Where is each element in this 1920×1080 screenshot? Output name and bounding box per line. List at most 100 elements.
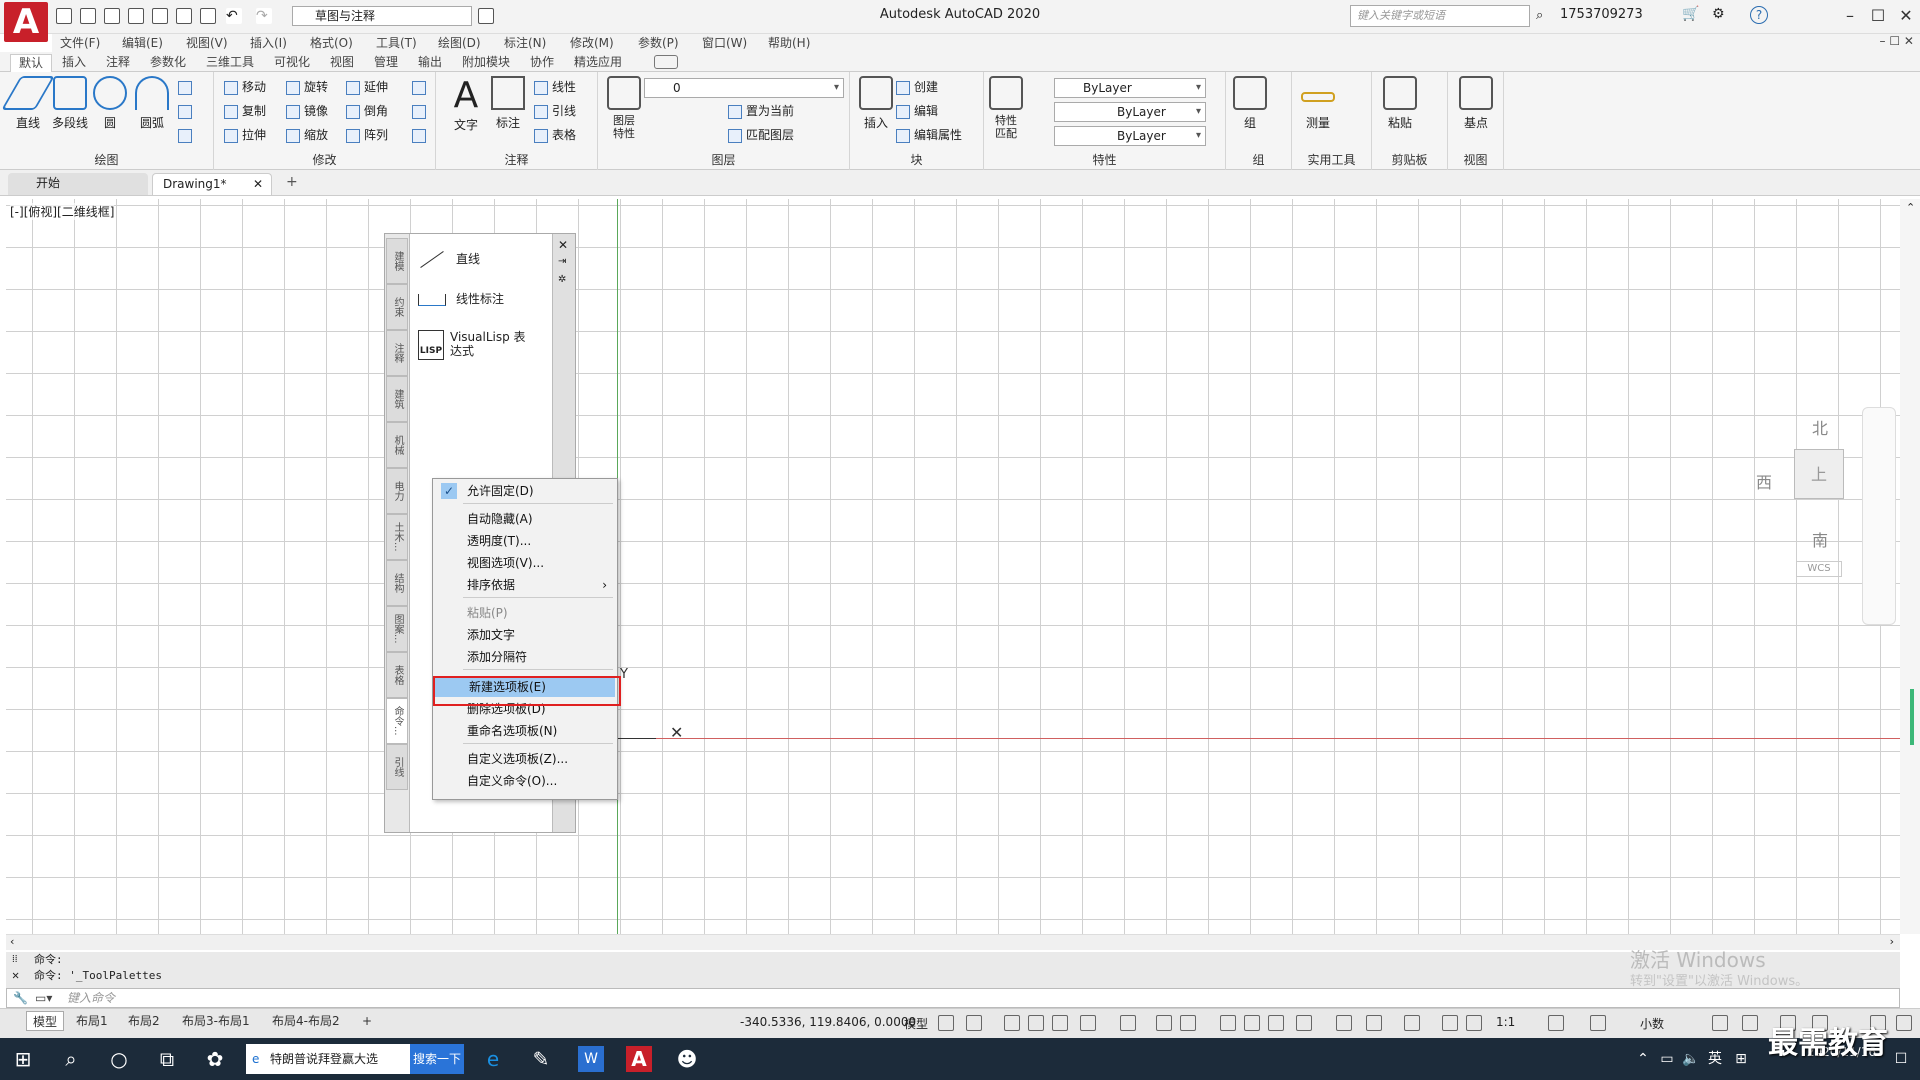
command-grip-icon[interactable]: ⁞⁞ <box>12 954 18 965</box>
edit-attributes-button[interactable]: 编辑属性 <box>894 126 962 144</box>
selection-filter-icon[interactable] <box>1366 1015 1382 1031</box>
workspace-gear-icon[interactable] <box>1548 1015 1564 1031</box>
group-button[interactable]: 组 <box>1228 76 1272 131</box>
search-icon[interactable]: ⌕ <box>58 1046 84 1072</box>
insert-block-button[interactable]: 插入 <box>854 76 898 131</box>
tab-3d-tools[interactable]: 三维工具 <box>206 54 254 71</box>
lineweight-icon[interactable] <box>1220 1015 1236 1031</box>
command-input[interactable]: 🔧 ▭▾ 键入命令 <box>6 988 1900 1008</box>
workspace-select[interactable]: 草图与注释 <box>292 6 472 26</box>
menu-window[interactable]: 窗口(W) <box>702 34 747 52</box>
dynamic-input-icon[interactable] <box>1028 1015 1044 1031</box>
object-snap-tracking-icon[interactable] <box>1156 1015 1172 1031</box>
palette-tab-constraints[interactable]: 约束 <box>386 284 408 330</box>
add-layout-icon[interactable]: + <box>356 1011 378 1031</box>
panel-title-block[interactable]: 块 <box>850 151 983 168</box>
rectangle-button[interactable] <box>176 78 196 96</box>
print-icon[interactable] <box>200 8 216 24</box>
binoculars-icon[interactable]: ⌕ <box>1536 8 1543 23</box>
annotation-visibility-icon[interactable] <box>1442 1015 1458 1031</box>
scroll-right-icon[interactable]: › <box>1890 935 1894 948</box>
layer-properties-button[interactable]: 图层特性 <box>602 76 646 140</box>
menu-customize-palettes[interactable]: 自定义选项板(Z)... <box>433 749 617 769</box>
maximize-button[interactable]: ☐ <box>1864 4 1892 28</box>
extend-button[interactable]: 延伸 <box>344 78 388 96</box>
table-button[interactable]: 表格 <box>532 126 576 144</box>
tray-chevron-icon[interactable]: ⌃ <box>1630 1046 1656 1072</box>
wrench-icon[interactable]: 🔧 <box>13 989 28 1007</box>
palette-tab-mechanical[interactable]: 机械 <box>386 422 408 468</box>
palette-tab-annotation[interactable]: 注释 <box>386 330 408 376</box>
connect-icon[interactable]: ⚙ <box>1712 6 1725 22</box>
palette-autohide-icon[interactable]: ⇥ <box>558 256 566 267</box>
line-button[interactable]: 直线 <box>1 76 55 131</box>
palette-tab-structural[interactable]: 结构 <box>386 560 408 606</box>
tab-layout4[interactable]: 布局4-布局2 <box>266 1011 346 1031</box>
layer-select[interactable]: 0 <box>644 78 844 98</box>
menu-allow-docking[interactable]: ✓ 允许固定(D) <box>433 481 617 501</box>
minimize-button[interactable]: – <box>1836 4 1864 28</box>
menu-dimension[interactable]: 标注(N) <box>504 34 546 52</box>
panel-title-annotation[interactable]: 注释 <box>436 151 597 168</box>
viewcube-south[interactable]: 南 <box>1812 527 1828 551</box>
color-select[interactable]: ByLayer <box>1054 78 1206 98</box>
object-snap-icon[interactable] <box>1180 1015 1196 1031</box>
panel-title-layers[interactable]: 图层 <box>598 151 849 168</box>
tab-visualize[interactable]: 可视化 <box>274 54 310 71</box>
erase-button[interactable] <box>410 78 430 96</box>
isodraft-icon[interactable] <box>1120 1015 1136 1031</box>
wcs-menu[interactable]: WCS <box>1796 561 1842 577</box>
menu-draw[interactable]: 绘图(D) <box>438 34 481 52</box>
publish-icon[interactable] <box>152 8 168 24</box>
close-button[interactable]: ✕ <box>1892 4 1920 28</box>
share-icon[interactable] <box>478 8 494 24</box>
menu-add-separator[interactable]: 添加分隔符 <box>433 647 617 667</box>
model-space-button[interactable]: 模型 <box>904 1015 928 1032</box>
infer-constraints-icon[interactable] <box>1004 1015 1020 1031</box>
viewcube-top[interactable]: 上 <box>1794 449 1844 499</box>
palette-tab-civil[interactable]: 土木... <box>386 514 408 560</box>
polyline-button[interactable]: 多段线 <box>48 76 92 131</box>
annotation-scale[interactable]: 1:1 <box>1496 1015 1515 1029</box>
new-file-icon[interactable] <box>56 8 72 24</box>
palette-tab-tables[interactable]: 表格 <box>386 652 408 698</box>
units-select[interactable]: 小数 <box>1640 1015 1664 1032</box>
viewcube-north[interactable]: 北 <box>1812 415 1828 439</box>
user-account[interactable]: 1753709273 <box>1560 7 1643 22</box>
snap-icon[interactable] <box>966 1015 982 1031</box>
taskbar-search-button[interactable]: 搜索一下 <box>410 1044 464 1074</box>
grid-icon[interactable] <box>938 1015 954 1031</box>
undo-icon[interactable]: ↶ <box>226 8 242 24</box>
palette-close-icon[interactable]: ✕ <box>558 238 568 252</box>
network-icon[interactable]: ▭ <box>1654 1046 1680 1072</box>
dimension-button[interactable]: 标注 <box>486 76 530 131</box>
edit-block-button[interactable]: 编辑 <box>894 102 938 120</box>
panel-title-view[interactable]: 视图 <box>1448 151 1503 168</box>
panel-title-clipboard[interactable]: 剪贴板 <box>1372 151 1447 168</box>
move-button[interactable]: 移动 <box>222 78 266 96</box>
menu-transparency[interactable]: 透明度(T)... <box>433 531 617 551</box>
menu-sort-by[interactable]: 排序依据 › <box>433 575 617 595</box>
windows-start-icon[interactable]: ⊞ <box>10 1046 36 1072</box>
menu-view-options[interactable]: 视图选项(V)... <box>433 553 617 573</box>
tab-manage[interactable]: 管理 <box>374 54 398 71</box>
hatch-button[interactable] <box>176 102 196 120</box>
array-button[interactable]: 阵列 <box>344 126 388 144</box>
base-view-button[interactable]: 基点 <box>1454 76 1498 131</box>
palette-tab-architecture[interactable]: 建筑 <box>386 376 408 422</box>
vertical-scrollbar[interactable]: ⌃ <box>1900 199 1920 934</box>
coordinates-readout[interactable]: -340.5336, 119.8406, 0.0000 <box>740 1015 916 1029</box>
tab-parametric[interactable]: 参数化 <box>150 54 186 71</box>
tab-default[interactable]: 默认 <box>10 54 53 72</box>
command-close-icon[interactable]: ✕ <box>12 968 19 982</box>
menu-format[interactable]: 格式(O) <box>310 34 353 52</box>
menu-modify[interactable]: 修改(M) <box>570 34 614 52</box>
menu-help[interactable]: 帮助(H) <box>768 34 810 52</box>
tab-drawing1[interactable]: Drawing1* ✕ <box>152 173 272 195</box>
recent-commands-icon[interactable]: ▭▾ <box>35 989 52 1007</box>
tab-annotate[interactable]: 注释 <box>106 54 130 71</box>
measure-button[interactable]: 测量 <box>1296 76 1340 131</box>
menu-auto-hide[interactable]: 自动隐藏(A) <box>433 509 617 529</box>
ime-indicator[interactable]: 英 <box>1702 1046 1728 1072</box>
gizmo-icon[interactable] <box>1404 1015 1420 1031</box>
